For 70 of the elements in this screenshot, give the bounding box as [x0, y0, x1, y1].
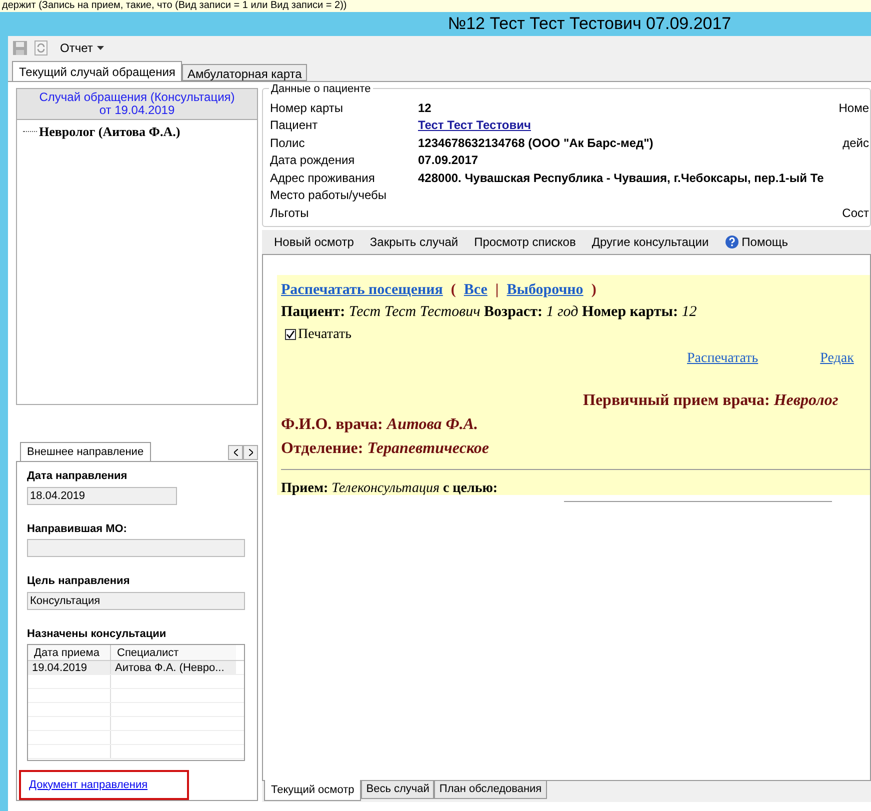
action-button[interactable]: Закрыть случай: [364, 232, 464, 250]
field-label: Льготы: [270, 204, 310, 222]
department-name: Отделение: Терапевтическое: [281, 438, 490, 458]
field-label: Сост: [842, 204, 870, 222]
tree-connector: [23, 131, 37, 132]
referral-document-link[interactable]: Документ направления: [29, 776, 148, 794]
table-cell: 19.04.2019: [28, 661, 111, 674]
patient-name-link[interactable]: Тест Тест Тестович: [418, 116, 531, 134]
action-button[interactable]: Просмотр списков: [468, 232, 582, 250]
field-label: Дата рождения: [270, 152, 356, 170]
field-label: Номе: [838, 100, 870, 117]
print-link[interactable]: Все: [464, 278, 488, 301]
action-button[interactable]: Новый осмотр: [268, 232, 360, 250]
field-label: Полис: [270, 134, 306, 152]
action-button[interactable]: Другие консультации: [586, 232, 715, 250]
tab[interactable]: Текущий осмотр: [264, 780, 362, 801]
field-value: 428000. Чувашская Республика - Чувашия, г.Чебоксары, пер.1-ый Те: [418, 170, 824, 187]
table-title: Назначены консультации: [27, 626, 168, 642]
tab[interactable]: План обследования: [434, 781, 547, 799]
separator-text: ): [591, 280, 596, 300]
save-icon[interactable]: [12, 40, 28, 56]
tree-item[interactable]: Невролог (Аитова Ф.А.): [39, 122, 180, 142]
checkbox[interactable]: [285, 328, 296, 340]
document-link[interactable]: Редак: [820, 348, 854, 368]
doctor-name: Ф.И.О. врача: Аитова Ф.А.: [281, 414, 480, 434]
tab[interactable]: Текущий случай обращения: [12, 61, 182, 81]
input-field[interactable]: 18.04.2019: [27, 486, 177, 504]
case-header-text: Случай обращения (Консультация): [39, 91, 235, 104]
field-label: Адрес проживания: [270, 170, 376, 187]
patient-summary: Пациент: Тест Тест Тестович Возраст: 1 год Номер карты: 12: [281, 303, 698, 322]
chevron-left-icon: [234, 449, 238, 456]
field-label: Цель направления: [27, 574, 131, 589]
scroll-right-button[interactable]: [243, 445, 258, 460]
field-value: 12: [418, 100, 432, 117]
field-label: Пациент: [270, 117, 319, 134]
tab[interactable]: Внешнее направление: [20, 442, 151, 462]
column-header[interactable]: Специалист: [111, 645, 236, 660]
document-link[interactable]: Распечатать: [687, 348, 758, 368]
field-value: 1234678632134768 (ООО "Ак Барс-мед"): [418, 134, 654, 152]
report-menu[interactable]: Отчет: [60, 39, 104, 57]
separator-text: |: [495, 280, 499, 300]
column-header[interactable]: Дата приема: [28, 645, 111, 660]
reception-text: Прием: Телеконсультация с целью:: [281, 480, 498, 498]
refresh-icon[interactable]: [34, 40, 48, 56]
background-text: держит (Запись на прием, такие, что (Вид записи = 1 или Вид записи = 2)): [1, 0, 348, 12]
print-link[interactable]: Распечатать посещения: [281, 278, 443, 301]
input-field[interactable]: [27, 539, 245, 557]
action-button[interactable]: Помощь: [718, 232, 794, 250]
table-cell: Аитова Ф.А. (Невро...: [111, 661, 236, 674]
dropdown-caret-icon: [96, 46, 104, 50]
field-label: Дата направления: [27, 469, 128, 484]
window-title: №12 Тест Тест Тестович 07.09.2017: [448, 13, 732, 36]
separator-text: (: [450, 280, 456, 300]
case-header-text: от 19.04.2019: [99, 104, 175, 117]
checkbox-label: Печатать: [298, 326, 352, 344]
tab[interactable]: Амбулаторная карта: [182, 64, 307, 81]
print-link[interactable]: Выборочно: [506, 278, 584, 301]
help-icon: [724, 234, 739, 248]
field-label: Место работы/учебы: [270, 187, 388, 204]
fill-in-line[interactable]: [564, 500, 832, 502]
field-label: Номер карты: [270, 100, 344, 117]
chevron-right-icon: [248, 449, 252, 456]
groupbox-legend: Данные о пациенте: [269, 82, 373, 98]
field-label: дейс: [842, 134, 870, 152]
tab[interactable]: Весь случай: [361, 781, 434, 799]
visit-heading: Первичный прием врача: Невролог: [582, 390, 840, 410]
scroll-left-button[interactable]: [228, 445, 243, 460]
input-field[interactable]: Консультация: [27, 592, 245, 610]
field-label: Направившая МО:: [27, 522, 128, 536]
field-value: 07.09.2017: [418, 152, 478, 170]
